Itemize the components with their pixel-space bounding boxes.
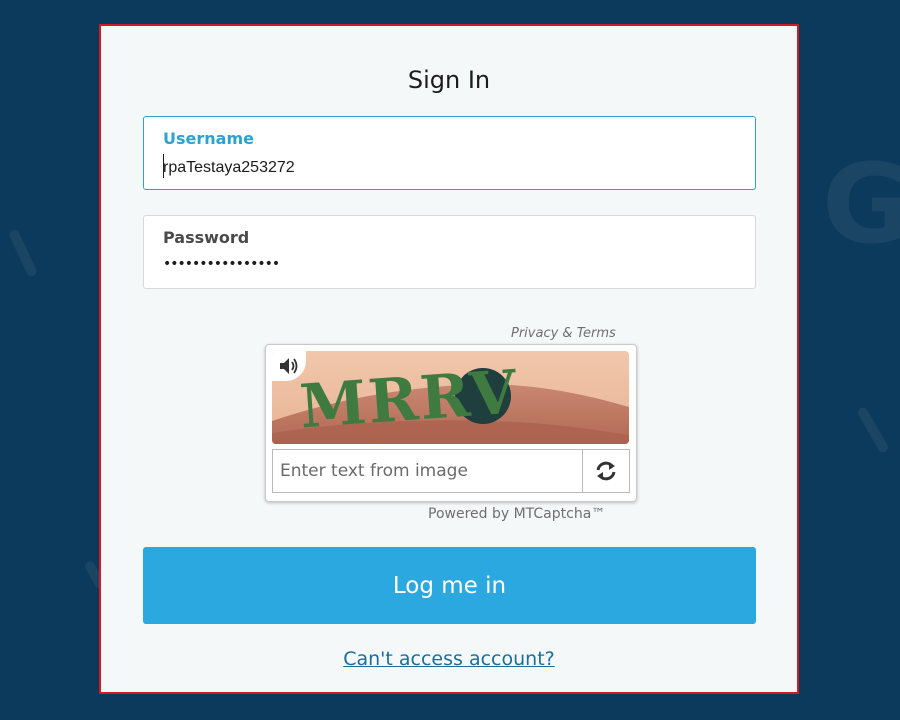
refresh-icon bbox=[596, 461, 616, 481]
captcha-image: MRRV bbox=[272, 351, 629, 444]
background-decoration bbox=[856, 405, 890, 455]
background-decoration bbox=[7, 228, 39, 278]
captcha-input[interactable] bbox=[272, 449, 583, 493]
username-label: Username bbox=[163, 129, 254, 148]
password-label: Password bbox=[163, 228, 250, 247]
sign-in-card: Sign In Username rpaTestaya253272 Passwo… bbox=[99, 24, 799, 694]
captcha-widget: MRRV bbox=[265, 344, 637, 502]
captcha-powered-by: Powered by MTCaptcha™ bbox=[428, 506, 606, 522]
captcha-refresh-button[interactable] bbox=[582, 449, 630, 493]
background-decoration: G bbox=[822, 140, 900, 268]
speaker-icon bbox=[280, 358, 298, 374]
privacy-terms-link[interactable]: Privacy & Terms bbox=[511, 326, 616, 341]
password-input[interactable]: •••••••••••••••• bbox=[163, 256, 280, 272]
captcha-image-graphic: MRRV bbox=[272, 351, 629, 444]
password-field[interactable]: Password •••••••••••••••• bbox=[143, 215, 756, 289]
login-button[interactable]: Log me in bbox=[143, 547, 756, 624]
username-input[interactable]: rpaTestaya253272 bbox=[163, 159, 295, 177]
page-title: Sign In bbox=[407, 66, 491, 94]
username-field[interactable]: Username rpaTestaya253272 bbox=[143, 116, 756, 190]
cant-access-account-link[interactable]: Can't access account? bbox=[101, 648, 797, 670]
